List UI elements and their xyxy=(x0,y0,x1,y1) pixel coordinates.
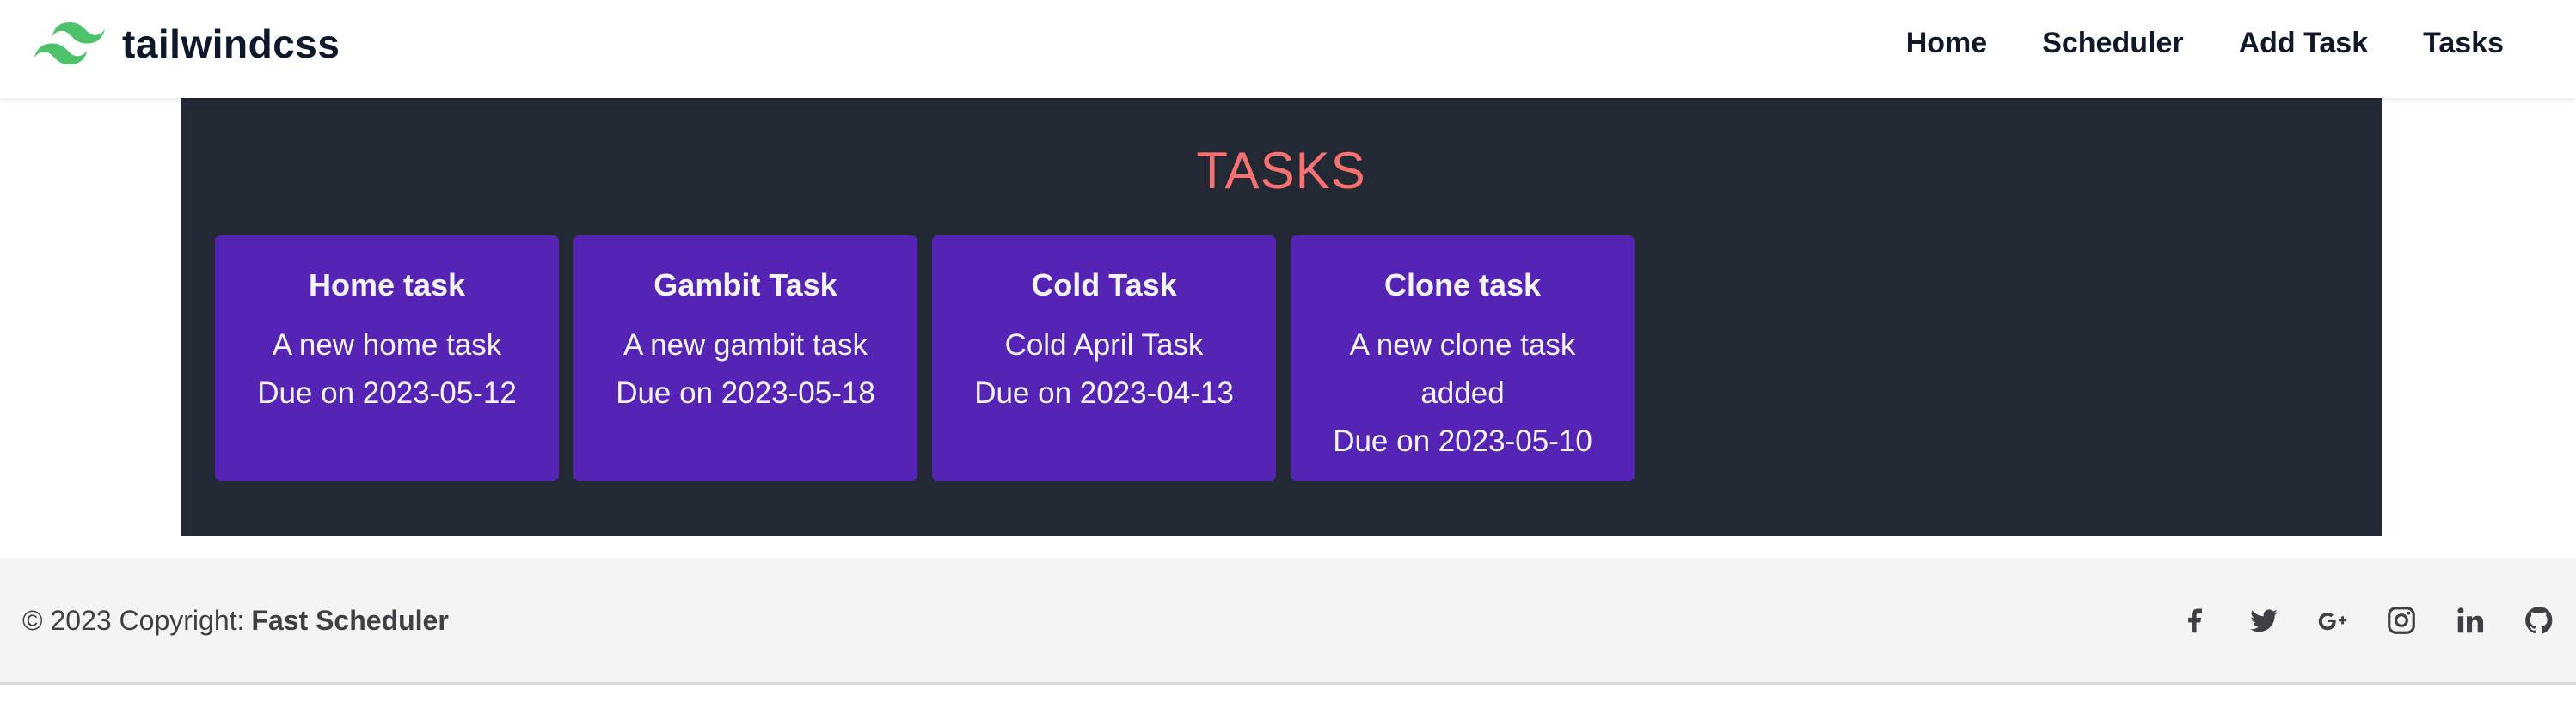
nav-scheduler[interactable]: Scheduler xyxy=(2042,27,2183,60)
task-card[interactable]: Home task A new home task Due on 2023-05… xyxy=(215,235,559,481)
social-links xyxy=(2179,558,2555,682)
linkedin-icon[interactable] xyxy=(2454,604,2487,637)
brand-link[interactable]: tailwindcss xyxy=(34,15,340,72)
brand-name: tailwindcss xyxy=(122,21,340,66)
task-due-date: Due on 2023-05-18 xyxy=(616,376,875,410)
nav-tasks[interactable]: Tasks xyxy=(2423,27,2504,60)
task-due-date: Due on 2023-04-13 xyxy=(974,376,1234,410)
task-title: Home task xyxy=(308,267,466,302)
task-card[interactable]: Clone task A new clone task added Due on… xyxy=(1291,235,1635,481)
copyright: © 2023 Copyright: Fast Scheduler xyxy=(22,558,449,682)
instagram-icon[interactable] xyxy=(2385,604,2418,637)
task-description: Cold April Task xyxy=(1004,328,1204,362)
task-card[interactable]: Gambit Task A new gambit task Due on 202… xyxy=(573,235,917,481)
task-title: Cold Task xyxy=(1031,267,1177,302)
task-title: Clone task xyxy=(1383,267,1542,302)
tasks-panel: TASKS Home task A new home task Due on 2… xyxy=(181,98,2382,536)
tailwind-logo-icon xyxy=(34,22,105,65)
task-card[interactable]: Cold Task Cold April Task Due on 2023-04… xyxy=(932,235,1276,481)
github-icon[interactable] xyxy=(2523,604,2555,637)
nav-home[interactable]: Home xyxy=(1906,27,1987,60)
twitter-icon[interactable] xyxy=(2248,604,2280,637)
task-due-date: Due on 2023-05-12 xyxy=(257,376,517,410)
task-list: Home task A new home task Due on 2023-05… xyxy=(215,235,1635,481)
nav-add-task[interactable]: Add Task xyxy=(2239,27,2369,60)
task-description: A new clone task added xyxy=(1349,328,1576,410)
task-due-date: Due on 2023-05-10 xyxy=(1333,424,1592,458)
google-plus-icon[interactable] xyxy=(2316,604,2349,637)
facebook-icon[interactable] xyxy=(2179,604,2211,637)
navbar: tailwindcss Home Scheduler Add Task Task… xyxy=(0,0,2576,98)
main-nav: Home Scheduler Add Task Tasks xyxy=(1906,0,2504,86)
footer: © 2023 Copyright: Fast Scheduler xyxy=(0,558,2576,685)
copyright-name[interactable]: Fast Scheduler xyxy=(251,605,448,637)
copyright-prefix: © 2023 Copyright: xyxy=(22,604,245,636)
task-description: A new gambit task xyxy=(623,328,868,362)
task-title: Gambit Task xyxy=(653,267,837,302)
task-description: A new home task xyxy=(272,328,502,362)
page-title: TASKS xyxy=(1196,142,1366,199)
